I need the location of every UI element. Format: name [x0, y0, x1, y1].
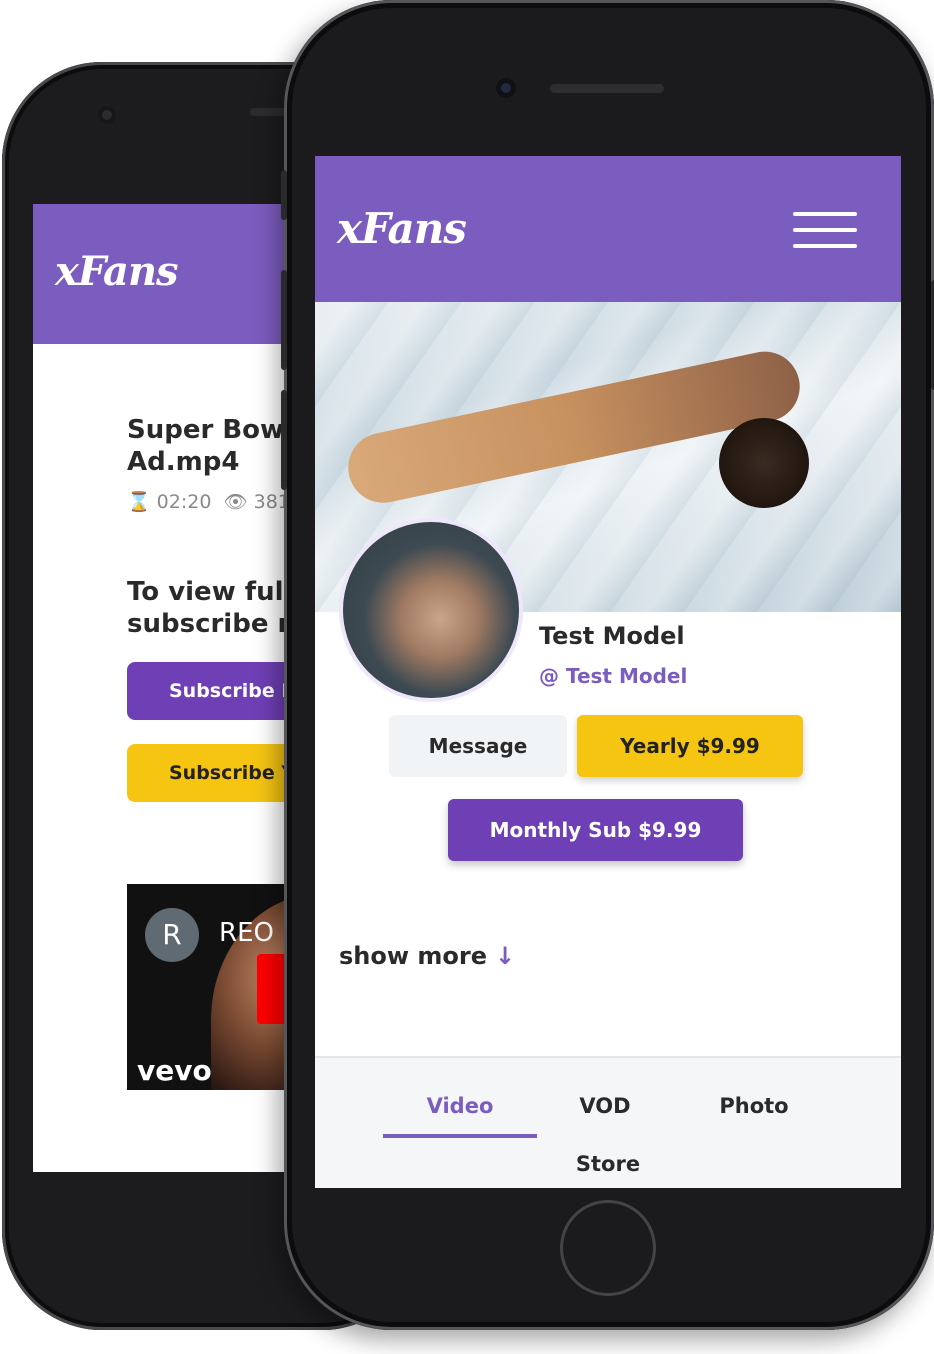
- front-phone-frame: xFans Test Model @ Test Model Message Ye…: [281, 0, 934, 1330]
- avatar[interactable]: [339, 518, 523, 702]
- profile-handle[interactable]: @ Test Model: [539, 664, 687, 688]
- tab-vod[interactable]: VOD: [553, 1094, 657, 1118]
- tab-store[interactable]: Store: [553, 1152, 663, 1176]
- mute-switch: [281, 170, 287, 220]
- active-tab-indicator: [383, 1134, 537, 1138]
- home-button[interactable]: [560, 1200, 656, 1296]
- earpiece-speaker: [550, 84, 664, 93]
- tab-video[interactable]: Video: [383, 1094, 537, 1118]
- hamburger-menu-icon[interactable]: [793, 212, 857, 248]
- hourglass-icon: ⌛: [127, 491, 151, 513]
- show-more-link[interactable]: show more ↓: [339, 942, 515, 970]
- yearly-subscribe-button[interactable]: Yearly $9.99: [577, 715, 803, 777]
- tab-photo[interactable]: Photo: [699, 1094, 809, 1118]
- arrow-down-icon: ↓: [495, 942, 516, 970]
- message-button[interactable]: Message: [389, 715, 567, 777]
- show-more-label: show more: [339, 942, 487, 970]
- content-tabs: Video VOD Photo Store: [315, 1056, 901, 1188]
- video-meta: ⌛ 02:20 👁 381: [127, 490, 296, 513]
- app-header: xFans: [315, 156, 901, 302]
- brand-logo[interactable]: xFans: [55, 248, 179, 295]
- front-camera: [496, 78, 516, 98]
- volume-up-button: [281, 270, 287, 370]
- brand-logo[interactable]: xFans: [337, 204, 467, 253]
- volume-down-button: [281, 390, 287, 490]
- eye-icon: 👁: [223, 491, 248, 513]
- monthly-subscribe-button[interactable]: Monthly Sub $9.99: [448, 799, 743, 861]
- channel-avatar: R: [145, 908, 199, 962]
- front-phone-screen: xFans Test Model @ Test Model Message Ye…: [315, 156, 901, 1188]
- video-duration: 02:20: [156, 491, 212, 513]
- vevo-watermark: vevo: [137, 1054, 212, 1087]
- profile-name: Test Model: [539, 622, 685, 650]
- front-camera: [98, 106, 116, 124]
- cover-figure-head: [719, 418, 809, 508]
